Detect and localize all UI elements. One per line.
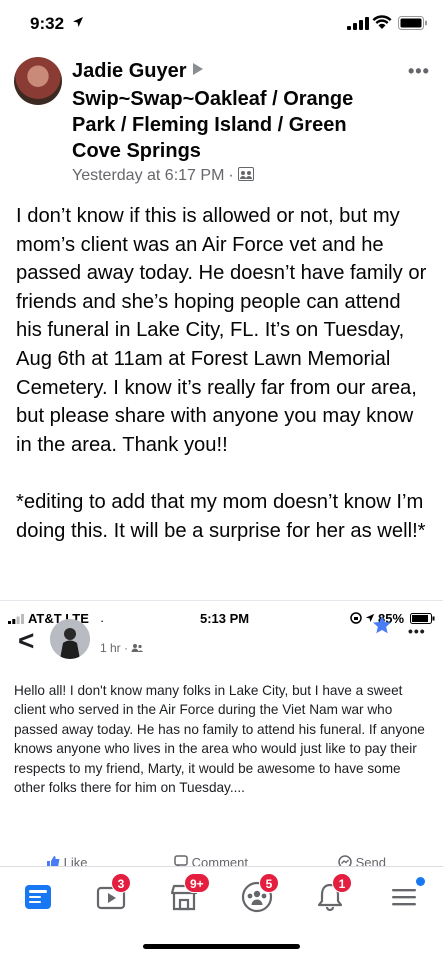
author-name[interactable]: Jadie Guyer: [72, 60, 187, 82]
group-audience-icon: [237, 167, 254, 181]
embedded-options-button[interactable]: •••: [408, 623, 426, 639]
embedded-author-name[interactable]: ·: [100, 613, 104, 628]
post-paragraph: I don’t know if this is allowed or not, …: [16, 205, 427, 456]
person-photo-icon: [50, 619, 90, 659]
embedded-post-text: Hello all! I don't know many folks in La…: [14, 683, 425, 796]
messenger-icon: [338, 855, 352, 866]
status-time: 9:32: [30, 14, 65, 33]
author-avatar[interactable]: [14, 57, 62, 105]
post-text: I don’t know if this is allowed or not, …: [16, 202, 432, 574]
menu-new-indicator: [416, 877, 425, 886]
marketplace-badge: 9+: [184, 873, 210, 893]
thumbs-up-icon: [47, 856, 60, 866]
home-indicator[interactable]: [143, 944, 300, 949]
cellular-signal-icon: [8, 614, 24, 624]
attached-screenshot[interactable]: AT&T LTE 5:13 PM 85% < · 1 hr · ••• Hell…: [0, 600, 443, 866]
author-line[interactable]: Jadie Guyer: [72, 60, 203, 83]
embedded-action-bar: Like Comment Send: [0, 855, 443, 866]
post-meta: Yesterday at 6:17 PM ·: [72, 167, 254, 185]
embedded-time: 5:13 PM: [200, 611, 250, 626]
comment-action[interactable]: Comment: [174, 855, 248, 866]
bottom-tab-bar: 3 9+ 5 1: [0, 866, 443, 926]
tab-marketplace[interactable]: 9+: [166, 873, 210, 915]
orientation-lock-icon: [350, 612, 362, 624]
post-timestamp[interactable]: Yesterday at 6:17 PM: [72, 167, 224, 184]
send-label: Send: [355, 855, 386, 866]
send-action[interactable]: Send: [338, 855, 386, 866]
embedded-post-meta: 1 hr ·: [100, 641, 144, 655]
tab-watch[interactable]: 3: [93, 873, 131, 915]
notifications-badge: 1: [332, 873, 352, 893]
friends-audience-icon: [131, 644, 144, 652]
like-action[interactable]: Like: [46, 855, 87, 866]
tab-menu[interactable]: [386, 877, 425, 915]
comment-icon: [174, 855, 188, 866]
groups-badge: 5: [259, 873, 279, 893]
tab-groups[interactable]: 5: [239, 873, 279, 915]
embedded-timestamp: 1 hr ·: [100, 641, 129, 655]
tab-news-feed[interactable]: [20, 879, 56, 915]
wifi-icon: [372, 15, 392, 29]
location-arrow-icon: [73, 17, 83, 27]
battery-icon: [398, 16, 427, 30]
embedded-author-avatar[interactable]: [50, 619, 90, 659]
like-label: Like: [63, 855, 88, 866]
status-bar: 9:32: [0, 0, 443, 46]
post-options-button[interactable]: •••: [408, 61, 430, 82]
post-paragraph: *editing to add that my mom doesn’t know…: [16, 490, 426, 542]
comment-label: Comment: [191, 855, 248, 866]
tab-notifications[interactable]: 1: [312, 873, 352, 915]
star-icon[interactable]: [372, 615, 392, 635]
group-name-link[interactable]: Swip~Swap~Oakleaf / Orange Park / Flemin…: [72, 86, 372, 164]
news-feed-icon: [25, 885, 51, 909]
back-chevron-icon[interactable]: <: [18, 625, 34, 657]
cellular-signal-icon: [347, 17, 369, 30]
watch-badge: 3: [111, 873, 131, 893]
meta-separator: ·: [228, 167, 234, 184]
posted-in-arrow-icon: [192, 63, 203, 75]
